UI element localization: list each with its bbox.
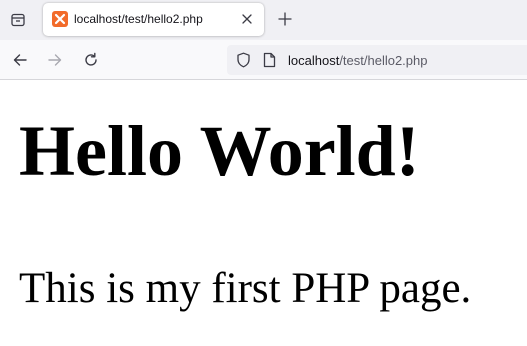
forward-arrow-icon: [48, 54, 62, 66]
reload-button[interactable]: [79, 48, 103, 72]
site-info-button[interactable]: [261, 52, 277, 68]
close-tab-button[interactable]: [239, 11, 255, 27]
browser-window: localhost/test/hello2.php localhost/test…: [0, 0, 527, 346]
back-arrow-icon: [13, 54, 27, 66]
url-text[interactable]: localhost/test/hello2.php: [288, 53, 428, 68]
new-tab-button[interactable]: [275, 9, 295, 29]
forward-button[interactable]: [43, 48, 67, 72]
tab-active[interactable]: localhost/test/hello2.php: [43, 3, 264, 36]
tab-title: localhost/test/hello2.php: [74, 12, 203, 26]
page-icon: [263, 52, 275, 68]
back-button[interactable]: [8, 48, 32, 72]
close-icon: [242, 14, 252, 24]
page-content: Hello World! This is my first PHP page.: [0, 81, 527, 346]
shield-icon: [236, 52, 250, 68]
tracking-protection-button[interactable]: [235, 52, 251, 68]
reload-icon: [85, 52, 97, 66]
url-path: /test/hello2.php: [339, 53, 428, 68]
tab-list-button[interactable]: [4, 6, 32, 34]
url-host: localhost: [288, 53, 340, 68]
xampp-icon: [52, 11, 68, 27]
navigation-bar: localhost/test/hello2.php: [0, 40, 527, 80]
page-heading: Hello World!: [19, 111, 420, 191]
tab-list-icon: [11, 13, 25, 27]
tab-strip: localhost/test/hello2.php: [0, 0, 527, 40]
url-bar[interactable]: localhost/test/hello2.php: [227, 45, 527, 75]
page-paragraph: This is my first PHP page.: [19, 265, 472, 312]
plus-icon: [278, 12, 292, 26]
